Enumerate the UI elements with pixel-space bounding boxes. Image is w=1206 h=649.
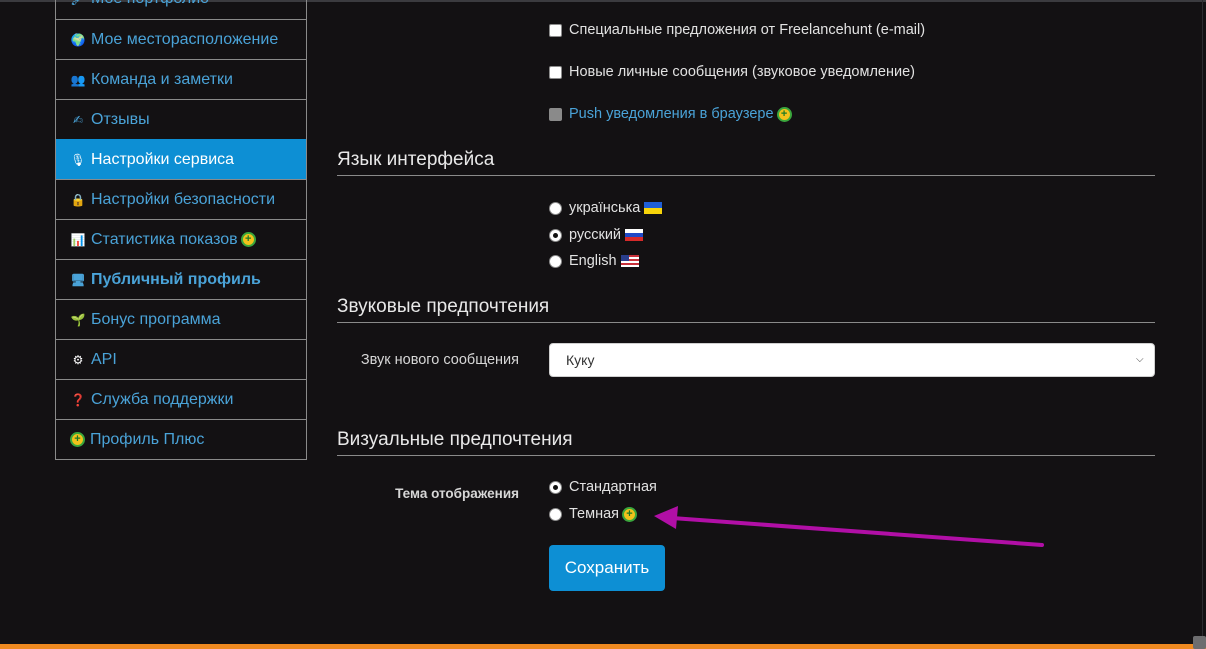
sidebar-item-api[interactable]: ⚙ API (56, 339, 306, 379)
sidebar-item-label: Настройки сервиса (91, 150, 235, 168)
plus-badge-icon: + (240, 232, 256, 247)
bottom-accent-bar (0, 644, 1206, 649)
sidebar-item-location[interactable]: 🌍 Мое месторасположение (56, 19, 306, 59)
push-option[interactable]: Push уведомления в браузере + (549, 106, 792, 122)
special-offers-checkbox[interactable] (549, 23, 562, 37)
sidebar-item-label: Бонус программа (91, 310, 221, 328)
language-label-ru: русский (569, 227, 622, 243)
settings-icon: 🎙 (70, 152, 86, 167)
new-messages-checkbox[interactable] (549, 65, 562, 79)
sidebar-item-profile-plus[interactable]: + Профиль Плюс (56, 419, 306, 459)
new-messages-label: Новые личные сообщения (звуковое уведомл… (569, 64, 915, 80)
sound-select-value: Куку (566, 352, 595, 368)
window-right-border (1202, 0, 1203, 649)
section-divider (337, 175, 1155, 176)
theme-option-standard[interactable]: Стандартная (549, 479, 657, 495)
sidebar: 🖌 Мое портфолио 🌍 Мое месторасположение … (55, 0, 307, 460)
us-flag-icon (620, 255, 639, 267)
save-button[interactable]: Сохранить (549, 545, 665, 591)
sprout-icon: 🌱 (70, 312, 86, 327)
theme-option-dark[interactable]: Темная + (549, 506, 637, 522)
language-label-en: English (569, 253, 617, 269)
language-option-ru[interactable]: русский (549, 227, 644, 243)
section-divider (337, 322, 1155, 323)
sidebar-item-service-settings[interactable]: 🎙 Настройки сервиса (56, 139, 306, 179)
sidebar-item-label: Настройки безопасности (91, 190, 276, 208)
sidebar-item-label: Отзывы (91, 110, 150, 128)
sidebar-item-portfolio[interactable]: 🖌 Мое портфолио (56, 0, 306, 19)
language-radio-ru[interactable] (549, 228, 562, 242)
visual-section-title: Визуальные предпочтения (337, 429, 573, 450)
language-option-en[interactable]: English (549, 253, 639, 269)
chevron-down-icon: ⌵ (1136, 354, 1144, 365)
theme-radio-dark[interactable] (549, 507, 562, 521)
new-message-sound-select[interactable]: Куку ⌵ (549, 343, 1155, 377)
push-link[interactable]: Push уведомления в браузере (569, 106, 774, 122)
reviews-icon: ✍ (72, 112, 84, 127)
plus-badge-icon: + (622, 506, 637, 522)
theme-label-standard: Стандартная (569, 479, 657, 495)
new-messages-option[interactable]: Новые личные сообщения (звуковое уведомл… (549, 64, 915, 80)
language-radio-en[interactable] (549, 254, 562, 268)
sidebar-item-security[interactable]: 🔒 Настройки безопасности (56, 179, 306, 219)
help-icon: ❓ (70, 392, 86, 407)
portfolio-icon: 🖌 (70, 0, 86, 7)
plus-badge-icon: + (70, 432, 85, 447)
theme-label: Тема отображения (395, 486, 519, 501)
stats-icon: 📊 (70, 232, 86, 247)
language-radio-ua[interactable] (549, 201, 562, 215)
language-section-title: Язык интерфейса (337, 149, 495, 170)
push-checkbox[interactable] (549, 107, 562, 121)
language-option-ua[interactable]: українська (549, 200, 663, 216)
sidebar-item-label: Профиль Плюс (90, 430, 205, 448)
sidebar-item-label: Статистика показов (91, 230, 238, 248)
team-icon: 👥 (70, 72, 86, 87)
sidebar-item-label: API (91, 350, 117, 368)
theme-label-dark: Темная (569, 506, 619, 522)
sidebar-item-stats[interactable]: 📊 Статистика показов + (56, 219, 306, 259)
special-offers-label: Специальные предложения от Freelancehunt… (569, 22, 926, 38)
sidebar-item-label: Публичный профиль (91, 270, 261, 288)
gear-icon: ⚙ (72, 352, 84, 367)
ru-flag-icon (625, 229, 644, 241)
plus-badge-icon: + (776, 106, 792, 122)
language-label-ua: українська (569, 200, 641, 216)
lock-icon: 🔒 (70, 192, 86, 207)
sidebar-item-label: Команда и заметки (91, 70, 233, 88)
theme-radio-standard[interactable] (549, 480, 562, 494)
monitor-icon: 🖥 (70, 272, 86, 287)
new-message-sound-label: Звук нового сообщения (360, 352, 519, 368)
globe-icon: 🌍 (70, 32, 86, 47)
ua-flag-icon (644, 202, 663, 214)
sidebar-item-label: Служба поддержки (91, 390, 234, 408)
section-divider (337, 455, 1155, 456)
sidebar-item-reviews[interactable]: ✍ Отзывы (56, 99, 306, 139)
sound-section-title: Звуковые предпочтения (337, 296, 550, 317)
sidebar-item-bonus[interactable]: 🌱 Бонус программа (56, 299, 306, 339)
sidebar-item-team[interactable]: 👥 Команда и заметки (56, 59, 306, 99)
special-offers-option[interactable]: Специальные предложения от Freelancehunt… (549, 22, 925, 38)
sidebar-item-support[interactable]: ❓ Служба поддержки (56, 379, 306, 419)
sidebar-item-label: Мое портфолио (91, 0, 209, 8)
sidebar-item-label: Мое месторасположение (91, 30, 279, 48)
scrollbar-thumb[interactable] (1193, 636, 1206, 649)
sidebar-item-public-profile[interactable]: 🖥 Публичный профиль (56, 259, 306, 299)
